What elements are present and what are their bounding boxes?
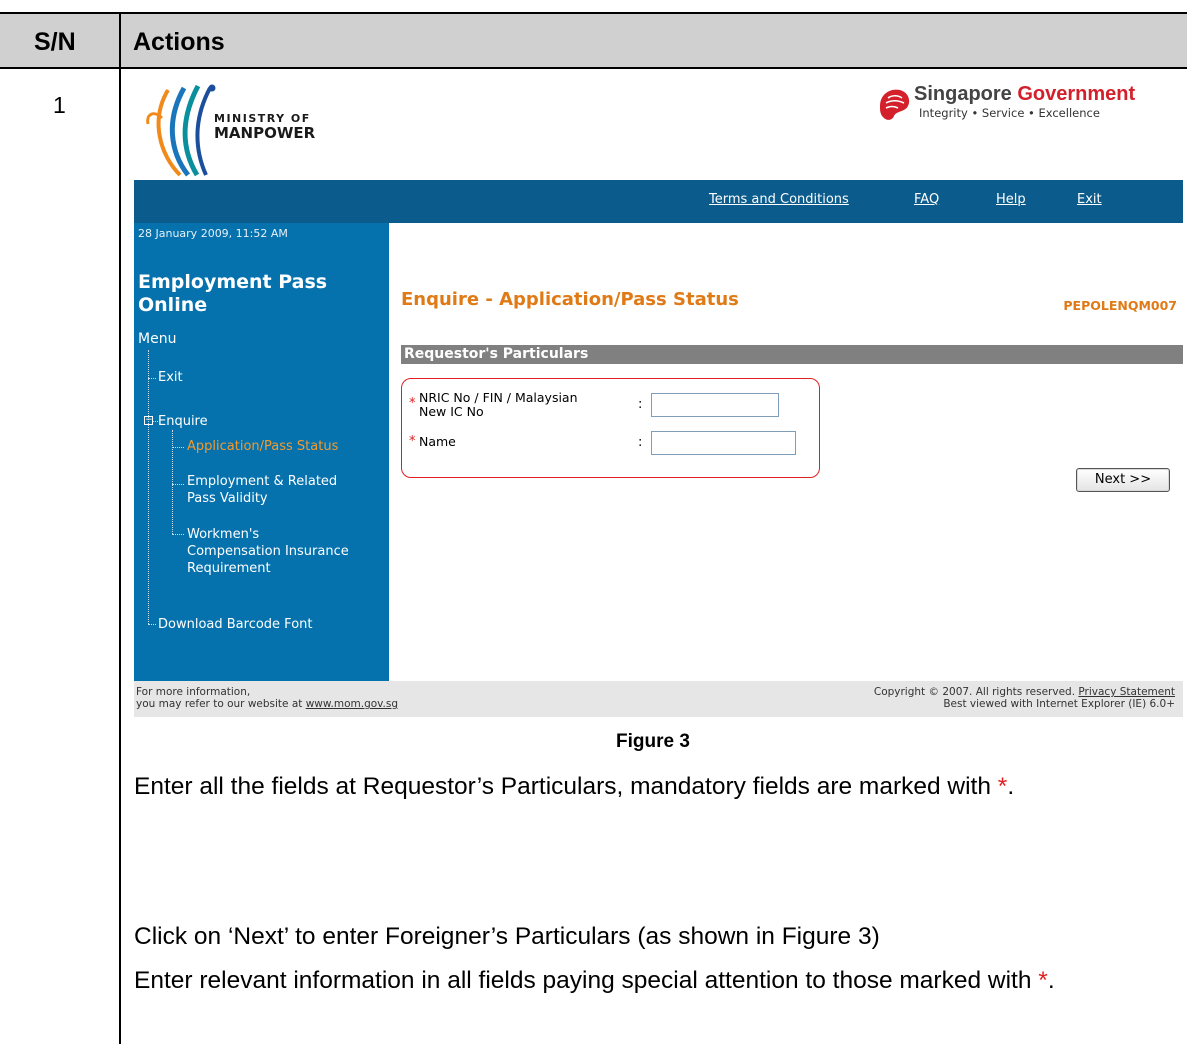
privacy-statement-link[interactable]: Privacy Statement: [1078, 686, 1175, 698]
sidebar: 28 January 2009, 11:52 AM Employment Pas…: [134, 223, 389, 681]
sg-government-name: Singapore Government: [914, 83, 1136, 105]
name-input[interactable]: [651, 431, 796, 455]
top-nav-bar: Terms and Conditions FAQ Help Exit: [134, 180, 1183, 223]
page-title: Enquire - Application/Pass Status: [401, 289, 739, 310]
next-button[interactable]: Next >>: [1076, 468, 1170, 492]
sidebar-item-enquire[interactable]: Enquire: [158, 413, 208, 430]
sidebar-title: Employment Pass Online: [138, 271, 328, 316]
sidebar-menu-label: Menu: [138, 331, 177, 347]
tree-line: [172, 430, 173, 534]
sidebar-item-workmen-compensation[interactable]: Workmen's Compensation Insurance Require…: [187, 526, 349, 577]
header-sn-cell: S/N: [0, 12, 119, 69]
required-marker: *: [409, 396, 416, 411]
mom-logo-text: MINISTRY OF MANPOWER: [214, 112, 316, 142]
tree-line: [172, 534, 184, 535]
tree-line: [172, 484, 184, 485]
page-code: PEPOLENQM007: [1063, 298, 1177, 313]
tree-line: [172, 447, 184, 448]
sidebar-item-application-status[interactable]: Application/Pass Status: [187, 438, 338, 455]
instruction-paragraph-3: Enter relevant information in all fields…: [134, 967, 1055, 994]
main-content: Enquire - Application/Pass Status PEPOLE…: [389, 223, 1183, 681]
header-sn: S/N: [34, 28, 76, 56]
nav-terms-link[interactable]: Terms and Conditions: [709, 192, 849, 207]
nric-label: NRIC No / FIN / Malaysian New IC No: [419, 390, 578, 419]
required-marker: *: [409, 434, 416, 449]
instruction-paragraph-1: Enter all the fields at Requestor’s Part…: [134, 773, 1015, 800]
nav-faq-link[interactable]: FAQ: [914, 192, 939, 207]
app-screenshot: MINISTRY OF MANPOWER Singapore Governmen…: [134, 76, 1183, 717]
nav-help-link[interactable]: Help: [996, 192, 1026, 207]
tree-line: [148, 378, 156, 379]
header-actions-cell: Actions: [119, 12, 1187, 69]
nric-colon: :: [638, 397, 643, 412]
row-number: 1: [53, 92, 66, 118]
tree-line: [148, 624, 156, 625]
nav-exit-link[interactable]: Exit: [1077, 192, 1102, 207]
footer-right: Copyright © 2007. All rights reserved. P…: [873, 686, 1175, 710]
section-header: Requestor's Particulars: [401, 345, 1183, 364]
instruction-table: S/N Actions 1 MINISTRY OF MANPOWER Singa…: [0, 0, 1187, 1044]
name-colon: :: [638, 435, 643, 450]
figure-caption: Figure 3: [616, 731, 690, 752]
sidebar-datetime: 28 January 2009, 11:52 AM: [138, 227, 288, 240]
instruction-paragraph-2: Click on ‘Next’ to enter Foreigner’s Par…: [134, 923, 880, 950]
mom-website-link[interactable]: www.mom.gov.sg: [306, 698, 398, 710]
sidebar-item-exit[interactable]: Exit: [158, 369, 183, 386]
sg-motto: Integrity • Service • Excellence: [919, 106, 1100, 120]
footer-left: For more information, you may refer to o…: [136, 686, 399, 710]
name-label: Name: [419, 434, 456, 449]
sidebar-item-download-barcode[interactable]: Download Barcode Font: [158, 616, 312, 633]
nric-input[interactable]: [651, 393, 779, 417]
header-actions: Actions: [133, 28, 225, 56]
expand-minus-icon[interactable]: −: [144, 416, 153, 425]
sidebar-item-employment-validity[interactable]: Employment & Related Pass Validity: [187, 473, 337, 507]
sg-lion-icon: [880, 89, 910, 120]
footer: For more information, you may refer to o…: [134, 681, 1183, 717]
column-divider: [119, 69, 121, 1044]
tree-line: [148, 350, 149, 624]
